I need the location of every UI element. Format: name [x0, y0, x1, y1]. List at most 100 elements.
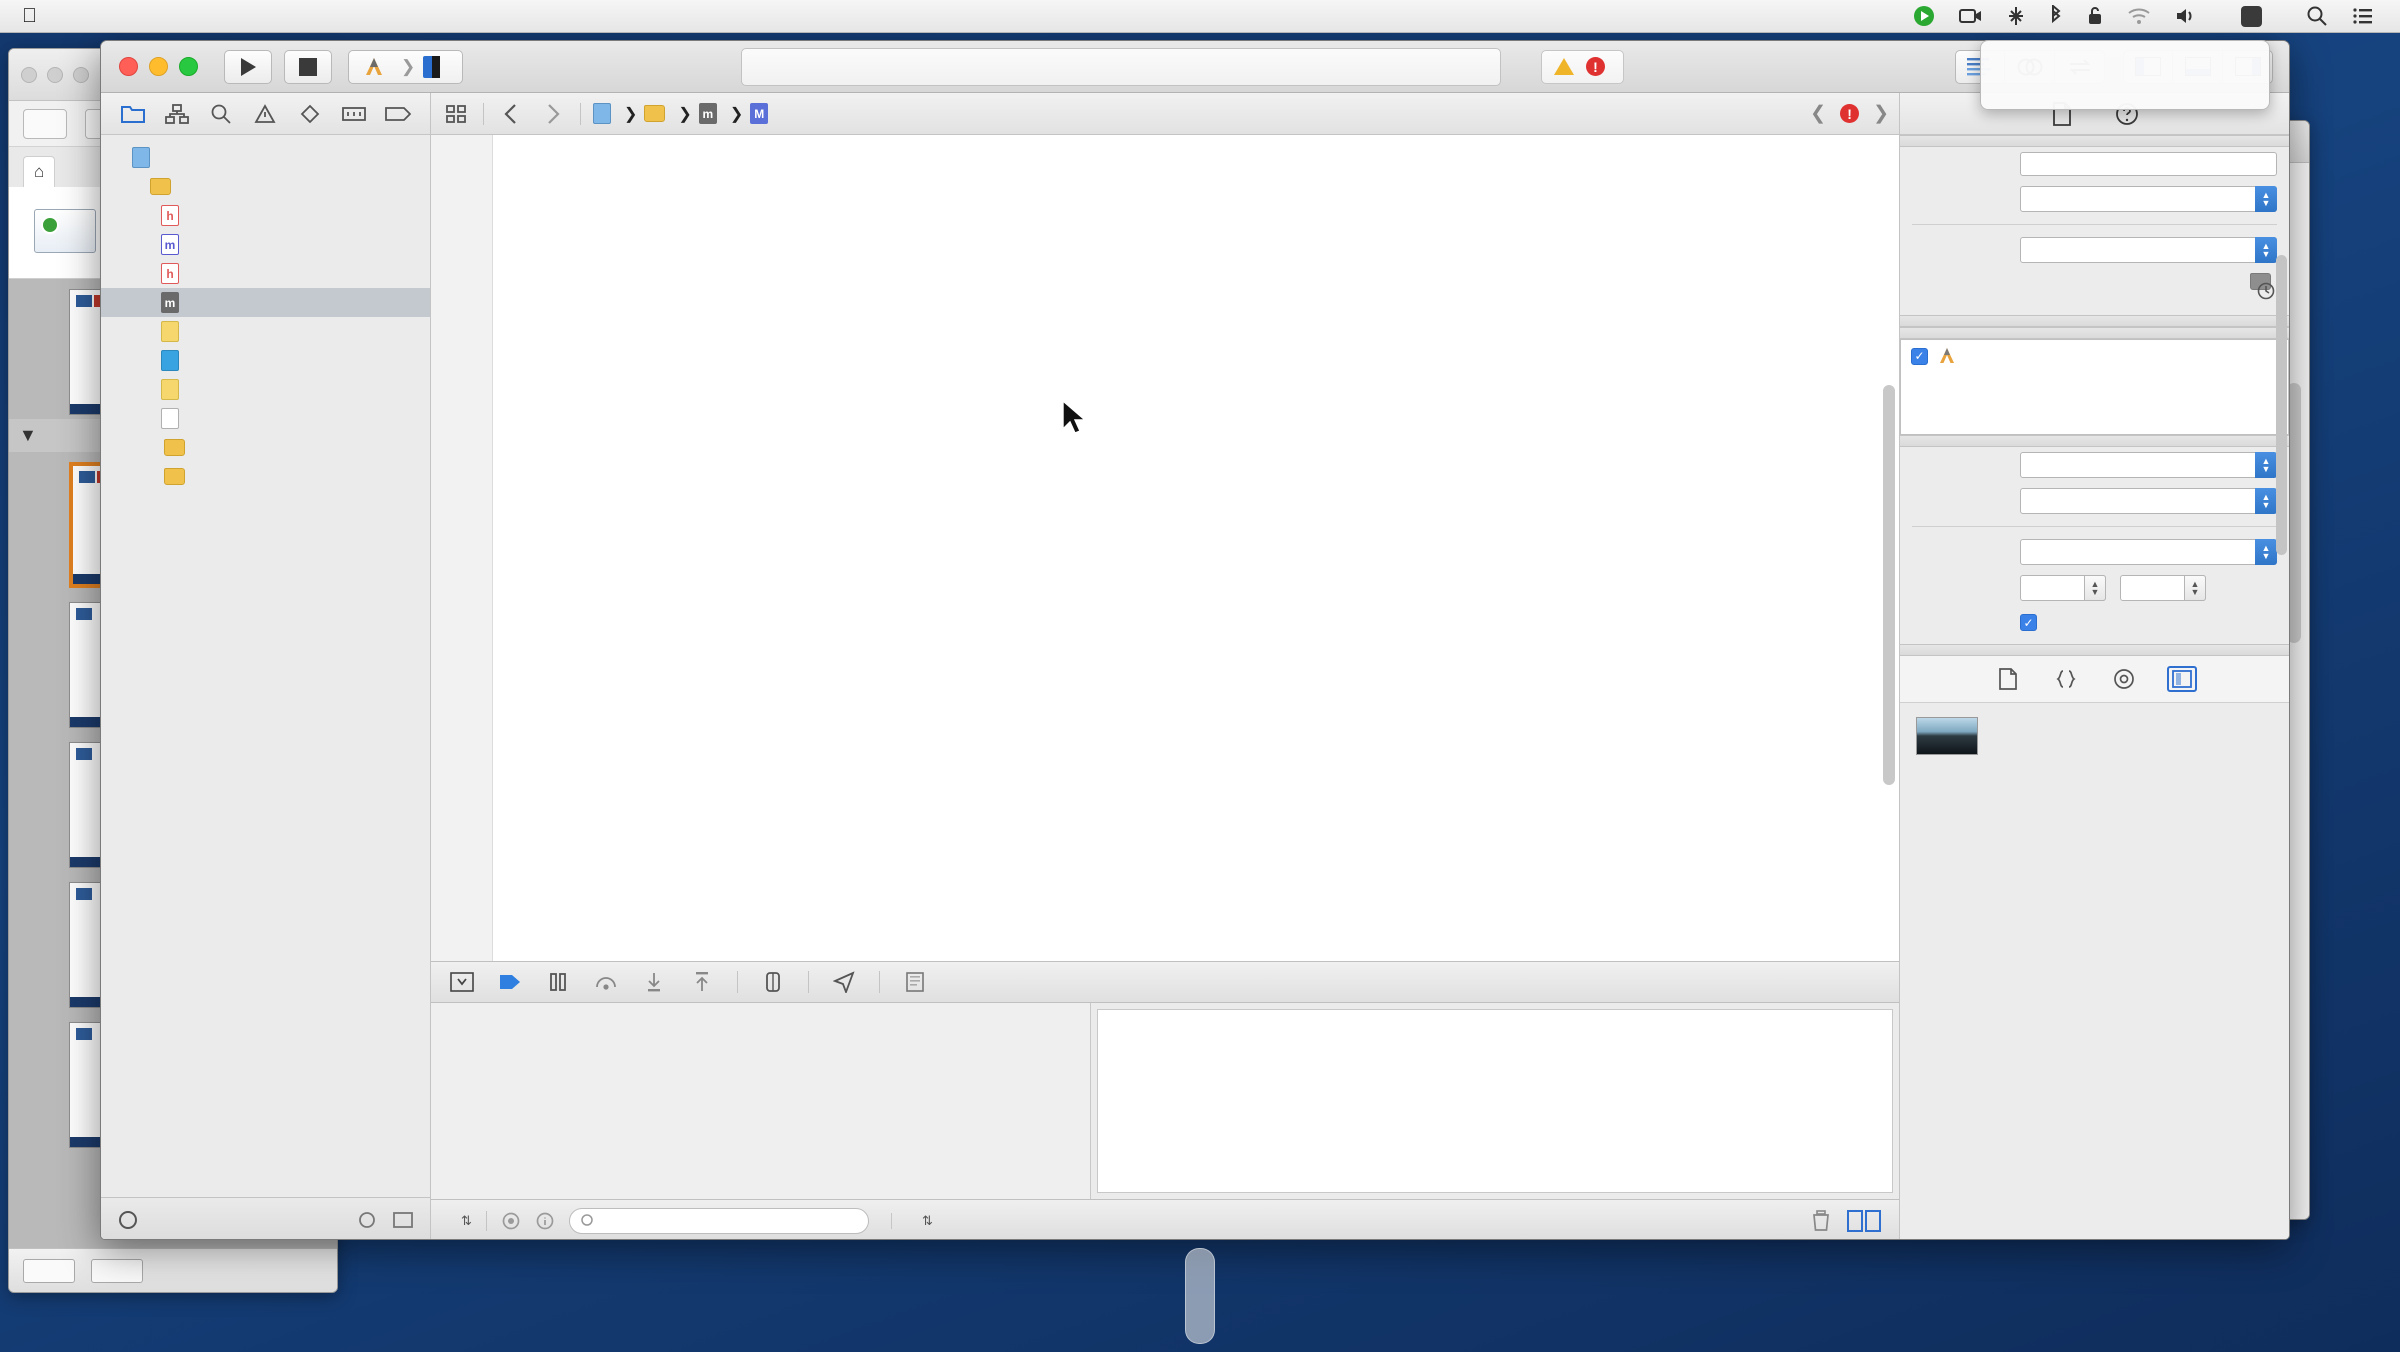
- previous-issue-icon[interactable]: ❮: [1810, 102, 1826, 125]
- related-items-icon[interactable]: [441, 100, 471, 128]
- issue-navigator-icon[interactable]: [249, 99, 281, 129]
- scheme-selector[interactable]: ❯: [348, 49, 464, 84]
- line-endings-select[interactable]: ▲ ▼: [2020, 488, 2277, 514]
- screen-record-green-icon[interactable]: [1913, 5, 1935, 27]
- source-control-filter-icon[interactable]: [392, 1210, 414, 1230]
- stop-button[interactable]: [284, 49, 332, 84]
- tree-item-products[interactable]: [101, 462, 430, 491]
- tree-item-project[interactable]: [101, 143, 430, 172]
- media-library-icon[interactable]: [2109, 666, 2139, 692]
- tree-item-group[interactable]: [101, 172, 430, 201]
- type-field-row[interactable]: ▲ ▼: [1900, 181, 2289, 217]
- forward-arrow-icon[interactable]: [538, 100, 568, 128]
- source-editor[interactable]: [431, 135, 1899, 961]
- type-select[interactable]: ▲ ▼: [2020, 186, 2277, 212]
- tree-item-viewcontroller-m[interactable]: m: [101, 288, 430, 317]
- tree-item-info-plist[interactable]: [101, 404, 430, 433]
- chevron-updown-icon[interactable]: ⇅: [922, 1213, 933, 1229]
- location-file-row[interactable]: [1900, 268, 2289, 295]
- split-panes-icon[interactable]: [1847, 1209, 1881, 1232]
- navigator-pane[interactable]: h m h m: [101, 93, 431, 1239]
- bluetooth-icon[interactable]: [2049, 5, 2063, 27]
- step-into-icon[interactable]: [641, 969, 667, 995]
- back-arrow-icon[interactable]: [496, 100, 526, 128]
- bg-close-dot[interactable]: [21, 66, 37, 83]
- inspector-content[interactable]: ▲ ▼ ▲ ▼ ✓ ▲ ▼ ▲ ▼ ▲ ▼ ▲ ▼ ▲ ▼ ✓: [1900, 135, 2289, 1239]
- tree-item-assets[interactable]: [101, 346, 430, 375]
- video-camera-icon[interactable]: [1959, 7, 1983, 25]
- inspector-scrollbar[interactable]: [2276, 255, 2287, 555]
- utilities-inspector[interactable]: ▲ ▼ ▲ ▼ ✓ ▲ ▼ ▲ ▼ ▲ ▼ ▲ ▼ ▲ ▼ ✓: [1899, 93, 2289, 1239]
- location-simulate-icon[interactable]: [831, 969, 857, 995]
- search-icon[interactable]: [2306, 5, 2328, 27]
- stepper-icon[interactable]: ▲ ▼: [2255, 488, 2277, 514]
- console-footer-bar[interactable]: ⇅ ⇅: [431, 1199, 1899, 1239]
- navigator-filter-bar[interactable]: [101, 1197, 430, 1239]
- code-snippet-icon[interactable]: [2051, 666, 2081, 692]
- editor-jump-bar[interactable]: ❯ ❯ m ❯ M ❮ ! ❯: [431, 93, 1899, 135]
- console-output-filter[interactable]: ⇅: [891, 1212, 1811, 1229]
- test-navigator-icon[interactable]: [294, 99, 326, 129]
- project-navigator-icon[interactable]: [117, 99, 149, 129]
- pause-icon[interactable]: [545, 969, 571, 995]
- ime-badge-icon[interactable]: [2241, 5, 2262, 27]
- stepper-icon[interactable]: ▲ ▼: [2255, 237, 2277, 263]
- tree-item-appdelegate-h[interactable]: h: [101, 201, 430, 230]
- zoom-window-button[interactable]: [179, 57, 198, 76]
- console-output[interactable]: [1097, 1009, 1893, 1193]
- stepper-icon[interactable]: ▲ ▼: [2255, 452, 2277, 478]
- stepper-icon[interactable]: ▲ ▼: [2255, 539, 2277, 565]
- recent-files-icon[interactable]: [356, 1210, 378, 1230]
- step-over-icon[interactable]: [593, 969, 619, 995]
- jumpbar-issue-controls[interactable]: ❮ ! ❯: [1810, 102, 1889, 125]
- bg-tab-home[interactable]: ⌂: [23, 156, 56, 187]
- bg-zoom-dot[interactable]: [73, 66, 89, 83]
- navigator-tab-bar[interactable]: [101, 93, 430, 135]
- notification-center-icon[interactable]: [2352, 6, 2374, 26]
- chevron-updown-icon[interactable]: ⇅: [461, 1213, 472, 1229]
- view-debugging-icon[interactable]: [760, 969, 786, 995]
- media-list-item[interactable]: [1900, 703, 2289, 769]
- window-traffic-lights[interactable]: [101, 57, 198, 76]
- bg-toolbar-icon-1[interactable]: [23, 108, 67, 139]
- macos-menubar[interactable]: : [0, 0, 2400, 33]
- tree-item-appdelegate-m[interactable]: m: [101, 230, 430, 259]
- filter-icon[interactable]: [117, 1209, 139, 1231]
- wrap-lines-row[interactable]: ✓: [1900, 609, 2289, 636]
- bg-view-grid-button[interactable]: [91, 1258, 143, 1283]
- close-window-button[interactable]: [119, 57, 138, 76]
- tree-item-supporting-files[interactable]: [101, 433, 430, 462]
- apple-logo-icon[interactable]: : [22, 6, 37, 26]
- wifi-icon[interactable]: [2127, 7, 2151, 25]
- xcode-toolbar[interactable]: ❯ !: [101, 41, 2289, 93]
- next-issue-icon[interactable]: ❯: [1873, 102, 1889, 125]
- step-out-icon[interactable]: [689, 969, 715, 995]
- library-selector[interactable]: [1900, 656, 2289, 703]
- menubar-status-area[interactable]: [1901, 5, 2400, 27]
- run-button[interactable]: [224, 49, 272, 84]
- location-select[interactable]: ▲ ▼: [2020, 237, 2277, 263]
- indent-width-stepper[interactable]: ▲ ▼: [2120, 575, 2206, 601]
- stepper-icon[interactable]: ▲ ▼: [2084, 575, 2106, 601]
- name-field[interactable]: [2020, 152, 2277, 176]
- file-template-icon[interactable]: [1993, 666, 2023, 692]
- stepper-icon[interactable]: ▲ ▼: [2184, 575, 2206, 601]
- continue-icon[interactable]: [497, 969, 523, 995]
- info-icon[interactable]: [535, 1211, 555, 1231]
- tab-width-stepper[interactable]: ▲ ▼: [2020, 575, 2106, 601]
- clear-console-icon[interactable]: [1811, 1209, 1831, 1232]
- variables-view[interactable]: [431, 1003, 1091, 1199]
- debug-navigator-icon[interactable]: [338, 99, 370, 129]
- text-encoding-select[interactable]: ▲ ▼: [2020, 452, 2277, 478]
- indent-using-row[interactable]: ▲ ▼: [1900, 534, 2289, 570]
- tree-item-launchscreen[interactable]: [101, 375, 430, 404]
- breakpoint-navigator-icon[interactable]: [382, 99, 414, 129]
- tree-item-viewcontroller-h[interactable]: h: [101, 259, 430, 288]
- variables-view-icon[interactable]: [501, 1211, 521, 1231]
- debug-bar[interactable]: [431, 961, 1899, 1003]
- object-library-icon[interactable]: [2166, 666, 2197, 692]
- lock-icon[interactable]: [2087, 6, 2103, 26]
- airplay-icon[interactable]: [2007, 6, 2025, 26]
- breadcrumb-project[interactable]: [593, 103, 617, 124]
- reveal-in-finder-icon[interactable]: [2257, 282, 2275, 300]
